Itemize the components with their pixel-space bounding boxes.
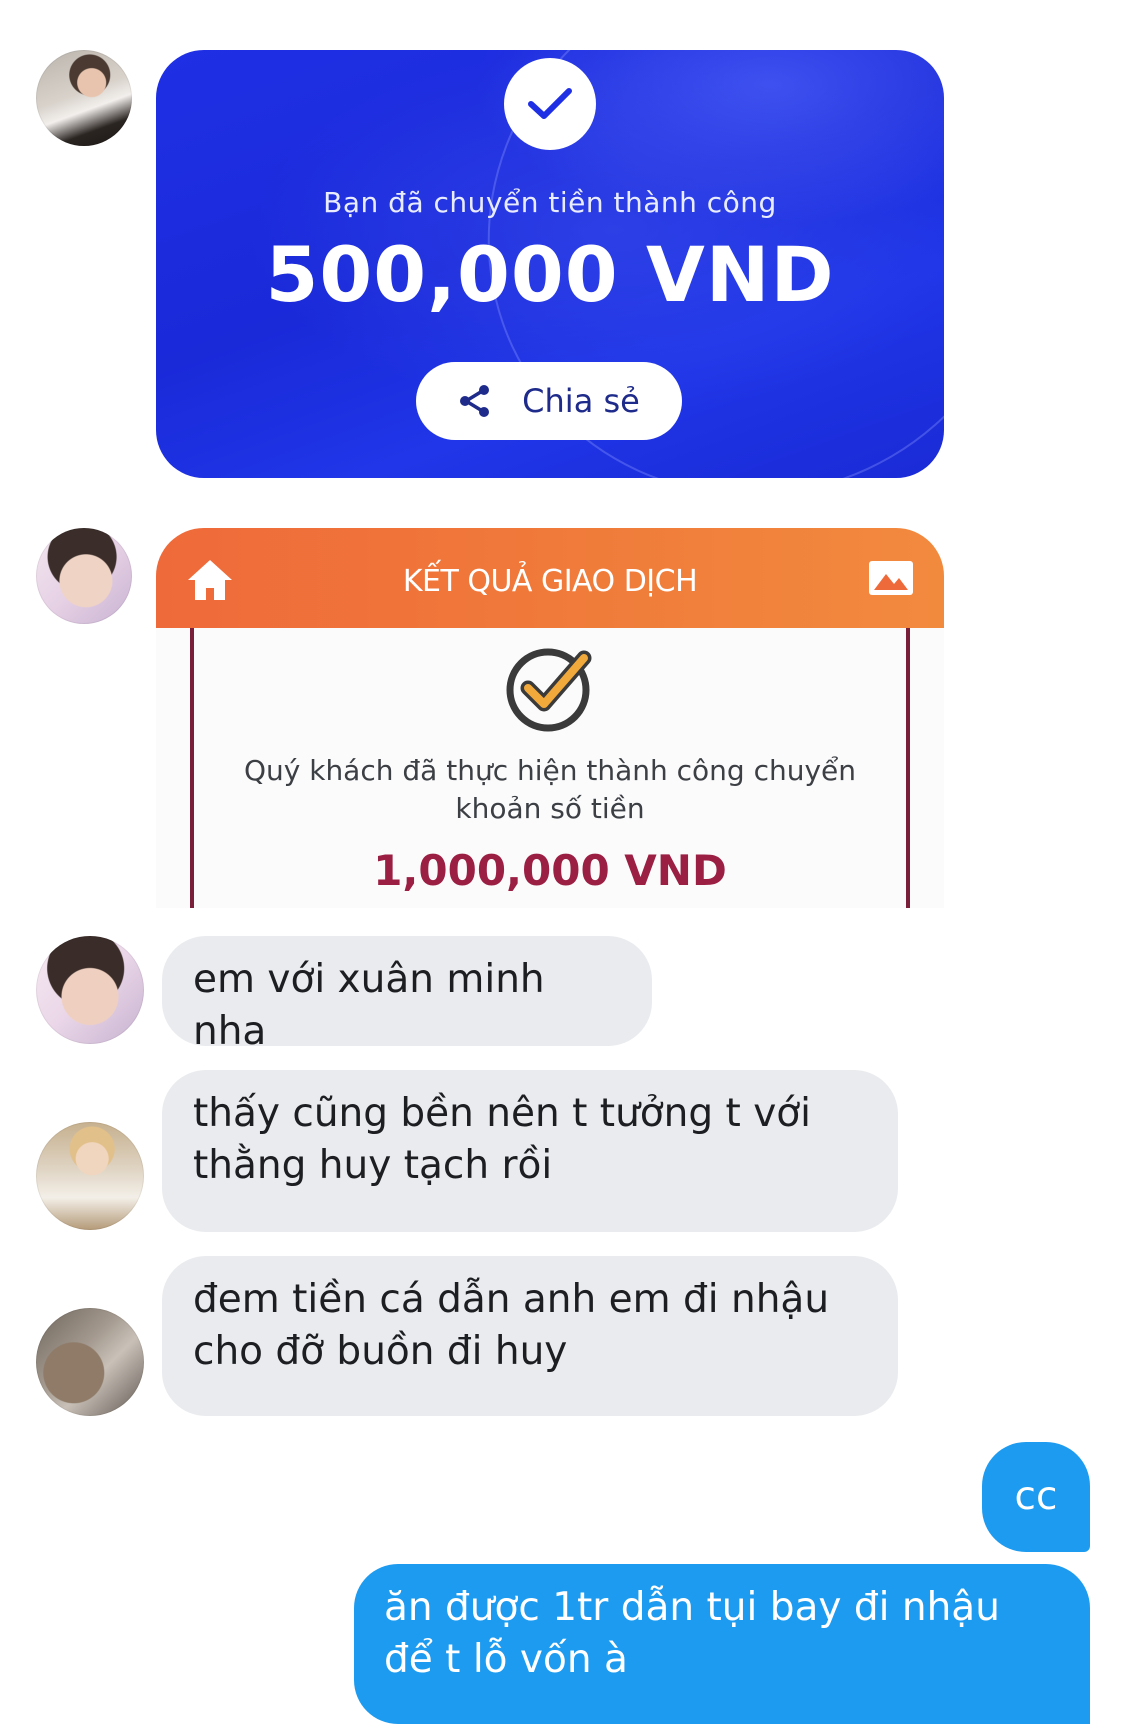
transfer-title: Bạn đã chuyển tiền thành công (323, 186, 777, 219)
received-message[interactable]: đem tiền cá dẫn anh em đi nhậu cho đỡ bu… (162, 1256, 898, 1416)
check-circle-icon (506, 648, 592, 732)
avatar[interactable] (36, 1122, 144, 1230)
avatar[interactable] (36, 1308, 144, 1416)
avatar[interactable] (36, 936, 144, 1044)
image-message-transaction-result[interactable]: KẾT QUẢ GIAO DỊCH Quý khách đã thực hiện… (156, 528, 944, 908)
image-icon (869, 561, 913, 595)
result-amount: 1,000,000 VND (373, 846, 727, 895)
image-message-transfer[interactable]: Bạn đã chuyển tiền thành công 500,000 VN… (156, 50, 944, 478)
avatar[interactable] (36, 50, 132, 146)
result-header-bar: KẾT QUẢ GIAO DỊCH (156, 528, 944, 628)
check-icon (504, 58, 596, 150)
avatar[interactable] (36, 528, 132, 624)
received-message[interactable]: thấy cũng bền nên t tưởng t với thằng hu… (162, 1070, 898, 1232)
share-button: Chia sẻ (416, 362, 682, 440)
result-header-title: KẾT QUẢ GIAO DỊCH (402, 564, 698, 599)
received-message[interactable]: em với xuân minh nha (162, 936, 652, 1054)
sent-message[interactable]: cc (982, 1442, 1090, 1552)
sent-message[interactable]: ăn được 1tr dẫn tụi bay đi nhậu để t lỗ … (354, 1564, 1090, 1724)
transfer-amount: 500,000 VND (265, 230, 835, 319)
share-icon (460, 385, 490, 417)
result-description: Quý khách đã thực hiện thành công chuyển… (243, 754, 857, 825)
share-label: Chia sẻ (522, 382, 640, 420)
